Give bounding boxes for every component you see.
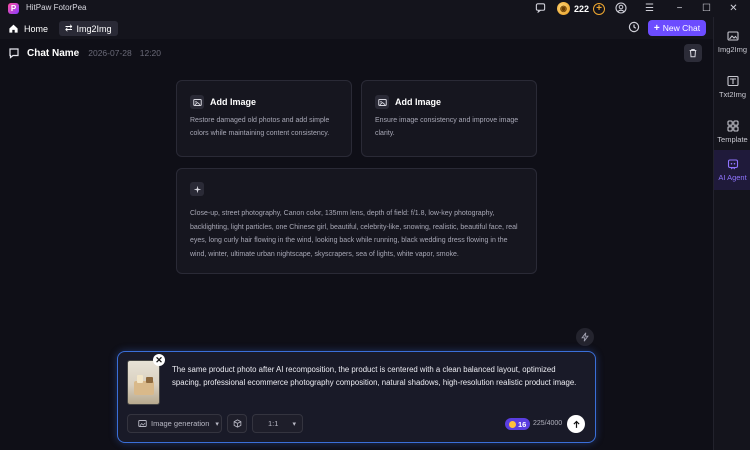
mode-select-value: Image generation	[151, 419, 210, 428]
home-label: Home	[24, 23, 49, 34]
sidebar-item-ai-agent[interactable]: AI Agent	[714, 150, 750, 190]
sidebar-item-img2img[interactable]: Img2Img	[714, 22, 750, 62]
chat-icon	[9, 48, 19, 59]
tab-img2img[interactable]: ⇄ Img2Img	[59, 21, 118, 36]
title-bar: P HitPaw FotorPea ◉ 222 + ☰ − ☐ ✕	[0, 0, 750, 17]
image-icon	[726, 31, 739, 41]
add-image-icon	[190, 95, 204, 109]
minimize-icon[interactable]: −	[673, 2, 686, 15]
prompt-card[interactable]: Close-up, street photography, Canon colo…	[176, 168, 537, 274]
send-button[interactable]	[567, 415, 585, 433]
coin-count: 222	[574, 3, 590, 14]
chat-title[interactable]: Chat Name	[27, 48, 79, 59]
chevron-down-icon: ▾	[215, 420, 219, 428]
sidebar-item-label: Template	[717, 135, 748, 144]
prompt-text: Close-up, street photography, Canon colo…	[190, 210, 518, 258]
card-title: Add Image	[210, 97, 257, 107]
home-icon	[9, 24, 18, 33]
right-sidebar: Img2Img Txt2Img Template AI Agent	[713, 17, 750, 450]
lightning-icon	[581, 332, 589, 342]
template-icon	[726, 120, 739, 132]
app-title: HitPaw FotorPea	[26, 3, 87, 12]
text-image-icon	[726, 75, 739, 87]
inspiration-button[interactable]	[576, 328, 594, 346]
nav-bar: Home ⇄ Img2Img + New Chat	[0, 17, 713, 39]
credit-cost: 16	[518, 419, 527, 429]
sidebar-item-label: AI Agent	[718, 173, 747, 182]
card-description: Restore damaged old photos and add simpl…	[190, 117, 330, 137]
chevron-down-icon: ▾	[292, 420, 296, 428]
suggestion-card[interactable]: Add Image Restore damaged old photos and…	[176, 80, 352, 157]
composer: ✕ The same product photo after AI recomp…	[117, 351, 596, 443]
coin-balance[interactable]: ◉ 222 +	[557, 1, 606, 16]
trash-icon	[689, 49, 697, 58]
chat-header: Chat Name 2026-07-28 12:20	[8, 46, 161, 60]
new-chat-button[interactable]: + New Chat	[648, 20, 706, 36]
home-button[interactable]: Home	[8, 21, 48, 36]
user-icon[interactable]	[614, 2, 627, 15]
credit-cost-badge: 16	[505, 418, 531, 430]
attached-image-thumbnail[interactable]	[127, 360, 160, 405]
ai-agent-icon	[727, 159, 738, 170]
history-icon[interactable]	[627, 21, 641, 35]
ratio-select-value: 1:1	[268, 419, 279, 428]
sparkle-icon	[190, 182, 204, 196]
sidebar-item-label: Txt2Img	[718, 90, 747, 99]
swap-icon: ⇄	[65, 23, 73, 33]
mode-select[interactable]: Image generation ▾	[127, 414, 222, 433]
tab-label: Img2Img	[76, 23, 112, 34]
prompt-input[interactable]: The same product photo after AI recompos…	[172, 363, 582, 389]
style-button[interactable]	[227, 414, 247, 433]
chat-date: 2026-07-28	[88, 48, 132, 58]
maximize-icon[interactable]: ☐	[700, 2, 713, 15]
suggestion-card[interactable]: Add Image Ensure image consistency and i…	[361, 80, 537, 157]
plus-icon: +	[653, 22, 660, 34]
menu-icon[interactable]: ☰	[643, 2, 656, 15]
add-image-icon	[375, 95, 389, 109]
card-description: Ensure image consistency and improve ima…	[375, 117, 519, 137]
sidebar-item-label: Img2Img	[717, 45, 748, 54]
card-title: Add Image	[395, 97, 442, 107]
close-icon[interactable]: ✕	[727, 2, 740, 15]
add-coins-button[interactable]: +	[593, 2, 606, 15]
ratio-select[interactable]: 1:1 ▾	[252, 414, 303, 433]
cube-icon	[233, 419, 241, 428]
message-icon[interactable]	[534, 2, 547, 15]
app-logo: P	[8, 3, 19, 14]
sidebar-item-txt2img[interactable]: Txt2Img	[714, 67, 750, 107]
new-chat-label: New Chat	[662, 23, 701, 33]
image-icon	[138, 420, 147, 427]
character-count: 225/4000	[533, 420, 563, 427]
coin-icon	[509, 420, 516, 428]
remove-image-button[interactable]: ✕	[153, 354, 165, 366]
delete-chat-button[interactable]	[684, 44, 702, 62]
chat-time: 12:20	[139, 48, 162, 58]
sidebar-item-template[interactable]: Template	[714, 112, 750, 152]
coin-icon: ◉	[557, 2, 570, 15]
arrow-up-icon	[572, 420, 580, 428]
